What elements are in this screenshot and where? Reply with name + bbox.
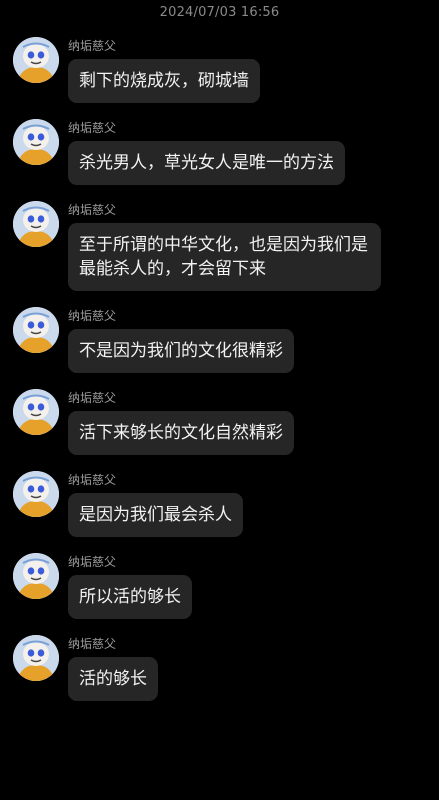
avatar[interactable]	[13, 37, 59, 83]
avatar[interactable]	[13, 635, 59, 681]
avatar[interactable]	[13, 119, 59, 165]
avatar[interactable]	[13, 553, 59, 599]
message-bubble[interactable]: 活的够长	[68, 657, 158, 701]
message-bubble[interactable]: 活下来够长的文化自然精彩	[68, 411, 294, 455]
chat-timestamp: 2024/07/03 16:56	[159, 5, 280, 20]
sender-name: 纳垢慈父	[68, 309, 117, 323]
message-bubble[interactable]: 不是因为我们的文化很精彩	[68, 329, 294, 373]
message-bubble[interactable]: 是因为我们最会杀人	[68, 493, 243, 537]
avatar[interactable]	[13, 201, 59, 247]
avatar[interactable]	[13, 389, 59, 435]
message-bubble[interactable]: 杀光男人，草光女人是唯一的方法	[68, 141, 345, 185]
sender-name: 纳垢慈父	[68, 637, 117, 651]
sender-name: 纳垢慈父	[68, 473, 117, 487]
avatar[interactable]	[13, 307, 59, 353]
message-bubble[interactable]: 剩下的烧成灰，砌城墙	[68, 59, 260, 103]
sender-name: 纳垢慈父	[68, 39, 117, 53]
sender-name: 纳垢慈父	[68, 121, 117, 135]
message-bubble[interactable]: 至于所谓的中华文化，也是因为我们是最能杀人的，才会留下来	[68, 223, 381, 291]
message-bubble[interactable]: 所以活的够长	[68, 575, 192, 619]
avatar[interactable]	[13, 471, 59, 517]
sender-name: 纳垢慈父	[68, 555, 117, 569]
sender-name: 纳垢慈父	[68, 203, 117, 217]
sender-name: 纳垢慈父	[68, 391, 117, 405]
